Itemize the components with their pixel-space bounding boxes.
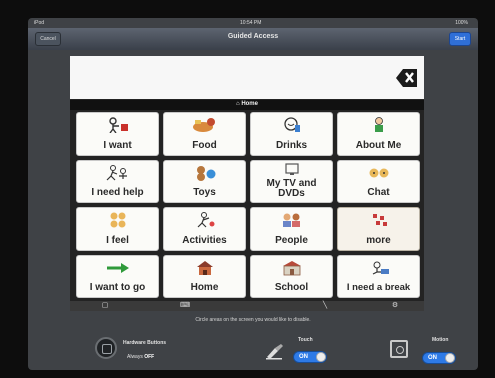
pencil-icon[interactable]: ╲ [320, 302, 330, 309]
motion-label: Motion [432, 337, 449, 343]
arrow-right-icon [101, 260, 135, 276]
motion-icon [390, 340, 408, 358]
message-bar[interactable] [70, 56, 424, 99]
tile-label: About Me [355, 139, 402, 151]
tile-i-need-help[interactable]: I need help [76, 159, 159, 203]
about-me-icon [362, 117, 396, 133]
tile-activities[interactable]: Activities [163, 207, 246, 251]
tile-toys[interactable]: Toys [163, 159, 246, 203]
tile-label: Toys [193, 187, 216, 198]
activities-icon [188, 212, 222, 228]
gear-icon[interactable]: ⚙ [390, 302, 400, 309]
toys-icon [188, 165, 222, 181]
hardware-buttons-value: Always OFF [127, 354, 154, 360]
page-name: Home [241, 101, 258, 107]
break-icon [362, 260, 396, 276]
home-button-icon [102, 344, 112, 354]
tile-i-want[interactable]: I want [76, 112, 159, 156]
tile-i-need-a-break[interactable]: I need a break [337, 254, 420, 298]
page-icon[interactable]: ▢ [100, 302, 110, 309]
tile-label: I feel [106, 234, 129, 246]
touch-state: ON [299, 354, 308, 360]
tile-label: Drinks [275, 139, 308, 151]
app-toolbar: ▢ ⌨ ╲ ⚙ [70, 301, 424, 311]
feel-icon [101, 212, 135, 228]
tile-label: My TV and DVDs [266, 178, 317, 199]
tile-i-want-to-go[interactable]: I want to go [76, 254, 159, 298]
drinks-icon [275, 117, 309, 133]
more-icon [362, 212, 396, 228]
tile-food[interactable]: Food [163, 112, 246, 156]
help-icon [101, 164, 135, 181]
start-button[interactable]: Start [449, 32, 471, 46]
touch-label: Touch [298, 337, 313, 343]
tile-label: School [274, 282, 309, 293]
house-icon [188, 260, 222, 276]
tile-home[interactable]: Home [163, 254, 246, 298]
carrier-text: iPod [34, 20, 45, 26]
touch-toggle[interactable]: ON [293, 351, 327, 363]
i-want-icon [101, 117, 135, 133]
aac-app-preview: ⌂ Home I want Food Drinks About Me I nee… [70, 56, 424, 311]
tile-about-me[interactable]: About Me [337, 112, 420, 156]
page-header: ⌂ Home [70, 100, 424, 110]
tile-label: I need help [91, 187, 144, 198]
motion-toggle[interactable]: ON [422, 352, 456, 364]
tile-label: I want [103, 139, 132, 151]
page-title: Guided Access [227, 33, 279, 40]
tile-label: I need a break [346, 282, 411, 293]
instruction-text: Circle areas on the screen you would lik… [195, 317, 311, 323]
clock-text: 10:54 PM [240, 20, 262, 26]
keyboard-icon[interactable]: ⌨ [180, 302, 190, 309]
tile-chat[interactable]: Chat [337, 159, 420, 203]
tile-label: People [275, 234, 308, 246]
status-bar: iPod 10:54 PM 100% [28, 18, 478, 28]
hardware-buttons-prefix: Always [127, 354, 143, 360]
chat-icon [362, 165, 396, 181]
tile-school[interactable]: School [250, 254, 333, 298]
tile-label: I want to go [89, 282, 146, 293]
tile-label: Activities [182, 234, 227, 246]
people-icon [275, 212, 309, 228]
motion-state: ON [428, 355, 437, 361]
touch-hand-icon [266, 344, 283, 360]
toggle-knob [445, 353, 455, 363]
hardware-buttons-state: OFF [144, 354, 155, 360]
food-icon [188, 117, 222, 133]
tile-people[interactable]: People [250, 207, 333, 251]
tile-i-feel[interactable]: I feel [76, 207, 159, 251]
navigation-bar: Cancel Guided Access Start [28, 28, 478, 50]
tile-label: Chat [367, 187, 390, 198]
tile-label: Food [192, 139, 217, 151]
tv-icon [275, 162, 309, 175]
tile-label: more [366, 234, 391, 246]
tile-my-tv-and-dvds[interactable]: My TV and DVDs [250, 159, 333, 203]
hardware-buttons-label: Hardware Buttons [123, 340, 167, 346]
hardware-buttons-toggle[interactable] [95, 337, 117, 359]
battery-text: 100% [455, 20, 468, 26]
symbol-grid: I want Food Drinks About Me I need help [76, 112, 420, 298]
tile-label: Home [190, 282, 219, 293]
tile-drinks[interactable]: Drinks [250, 112, 333, 156]
toggle-knob [316, 352, 326, 362]
backspace-icon[interactable] [396, 68, 418, 88]
page-label: ⌂ Home [236, 101, 258, 107]
tile-more[interactable]: more [337, 207, 420, 251]
school-icon [275, 260, 309, 276]
